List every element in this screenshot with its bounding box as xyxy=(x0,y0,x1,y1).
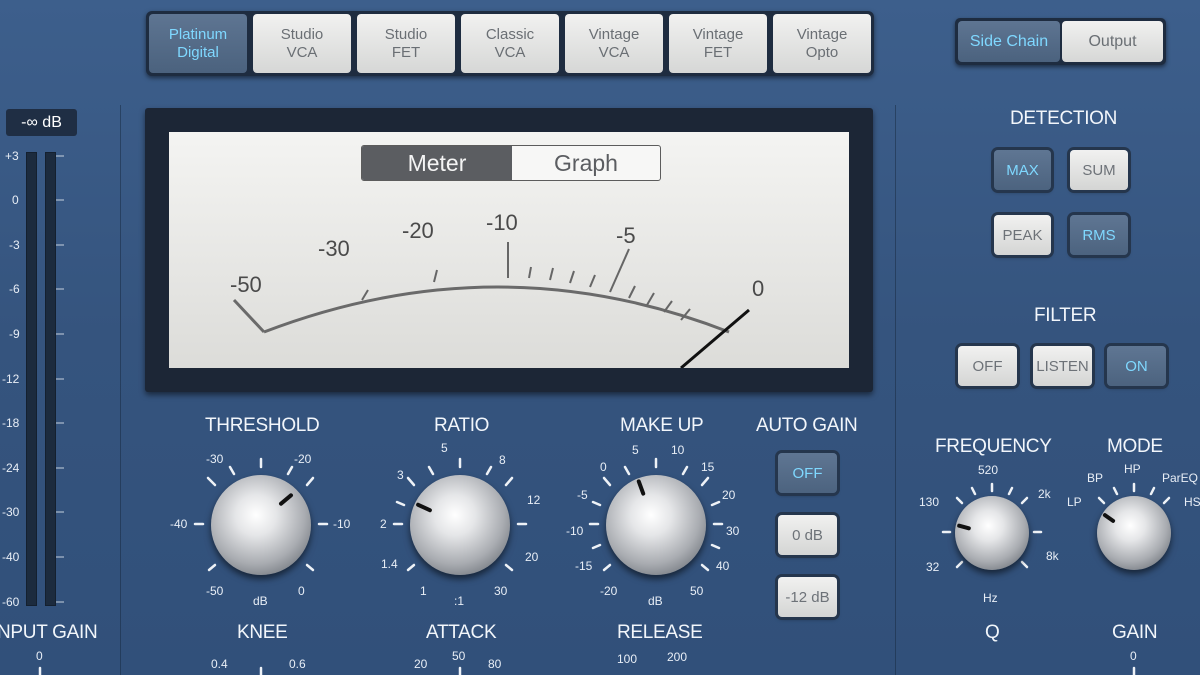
filter-on-button[interactable]: ON xyxy=(1107,346,1166,386)
attack-tick: 20 xyxy=(414,657,428,671)
detection-rms-button[interactable]: RMS xyxy=(1070,215,1128,255)
release-label: RELEASE xyxy=(617,622,703,643)
auto-gain-0db-button[interactable]: 0 dB xyxy=(778,515,837,555)
threshold-knob[interactable] xyxy=(211,475,311,575)
auto-gain-label: AUTO GAIN xyxy=(756,415,858,436)
ratio-tick: 12 xyxy=(527,493,541,507)
knee-label: KNEE xyxy=(237,622,288,643)
attack-tick: 50 xyxy=(452,649,466,663)
makeup-tick: 10 xyxy=(671,443,685,457)
knee-tick: 0.6 xyxy=(289,657,306,671)
makeup-tick: -10 xyxy=(566,524,584,538)
threshold-label: THRESHOLD xyxy=(205,415,320,436)
auto-gain-off-button[interactable]: OFF xyxy=(778,453,837,493)
detection-label: DETECTION xyxy=(1010,108,1118,129)
frequency-tick: 520 xyxy=(978,463,999,477)
knob-indicator xyxy=(278,492,294,507)
detection-max-button[interactable]: MAX xyxy=(994,150,1051,190)
makeup-tick: 0 xyxy=(600,460,607,474)
frequency-tick: 130 xyxy=(919,495,940,509)
threshold-tick: -50 xyxy=(206,584,224,598)
ratio-tick: 1 xyxy=(420,584,427,598)
ratio-tick: 3 xyxy=(397,468,404,482)
mode-label: MODE xyxy=(1107,436,1163,457)
knob-indicator xyxy=(1102,512,1116,524)
knee-tick: 0.4 xyxy=(211,657,228,671)
ratio-tick: 20 xyxy=(525,550,539,564)
gain-label: GAIN xyxy=(1112,622,1158,643)
makeup-tick: -20 xyxy=(600,584,618,598)
knob-indicator xyxy=(636,478,646,497)
ratio-unit: :1 xyxy=(454,594,465,608)
ratio-tick: 1.4 xyxy=(381,557,398,571)
mode-knob[interactable] xyxy=(1097,496,1171,570)
threshold-tick: 0 xyxy=(298,584,305,598)
mode-tick: LP xyxy=(1067,495,1082,509)
ratio-label: RATIO xyxy=(434,415,490,436)
ratio-knob[interactable] xyxy=(410,475,510,575)
makeup-tick: 40 xyxy=(716,559,730,573)
makeup-label: MAKE UP xyxy=(620,415,704,436)
frequency-label: FREQUENCY xyxy=(935,436,1052,457)
mode-tick: HP xyxy=(1124,462,1141,476)
gain-value: 0 xyxy=(1130,649,1137,663)
detection-peak-button[interactable]: PEAK xyxy=(994,215,1051,255)
q-label: Q xyxy=(985,622,1000,643)
detection-sum-button[interactable]: SUM xyxy=(1070,150,1128,190)
ratio-tick: 30 xyxy=(494,584,508,598)
makeup-tick: 30 xyxy=(726,524,740,538)
frequency-unit: Hz xyxy=(983,591,998,605)
knob-indicator xyxy=(956,523,972,531)
makeup-tick: -15 xyxy=(575,559,593,573)
release-tick: 200 xyxy=(667,650,688,664)
makeup-tick: 5 xyxy=(632,443,639,457)
ratio-tick: 2 xyxy=(380,517,387,531)
makeup-knob[interactable] xyxy=(606,475,706,575)
threshold-tick: -30 xyxy=(206,452,224,466)
makeup-tick: 15 xyxy=(701,460,715,474)
mode-tick: ParEQ xyxy=(1162,471,1199,485)
threshold-tick: -40 xyxy=(170,517,188,531)
knob-scale-ticks xyxy=(38,457,1171,675)
mode-tick: BP xyxy=(1087,471,1104,485)
frequency-knob[interactable] xyxy=(955,496,1029,570)
ratio-tick: 5 xyxy=(441,441,448,455)
makeup-tick: -5 xyxy=(577,488,588,502)
frequency-tick: 2k xyxy=(1038,487,1051,501)
makeup-tick: 50 xyxy=(690,584,704,598)
filter-label: FILTER xyxy=(1034,305,1097,326)
filter-off-button[interactable]: OFF xyxy=(958,346,1017,386)
makeup-unit: dB xyxy=(648,594,663,608)
mode-tick: HS xyxy=(1184,495,1200,509)
auto-gain-minus12db-button[interactable]: -12 dB xyxy=(778,577,837,617)
filter-listen-button[interactable]: LISTEN xyxy=(1033,346,1092,386)
frequency-tick: 8k xyxy=(1046,549,1059,563)
attack-tick: 80 xyxy=(488,657,502,671)
threshold-tick: -10 xyxy=(333,517,351,531)
makeup-tick: 20 xyxy=(722,488,736,502)
knob-indicator xyxy=(415,502,433,513)
threshold-unit: dB xyxy=(253,594,268,608)
release-tick: 100 xyxy=(617,652,638,666)
frequency-tick: 32 xyxy=(926,560,940,574)
threshold-tick: -20 xyxy=(294,452,312,466)
ratio-tick: 8 xyxy=(499,453,506,467)
attack-label: ATTACK xyxy=(426,622,497,643)
